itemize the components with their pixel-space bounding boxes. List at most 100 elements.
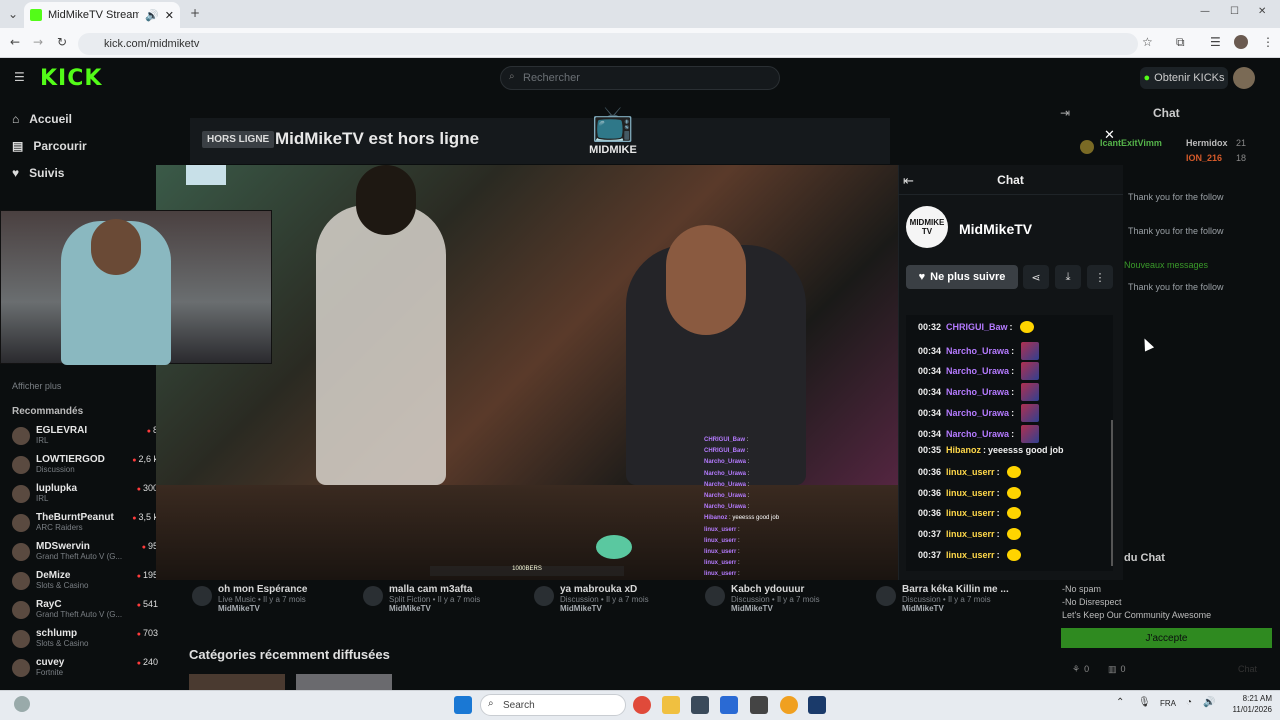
recommended-channel[interactable]: LOWTIERGODDiscussion 2,6 k xyxy=(12,454,160,482)
tab-audio-icon[interactable]: 🔊 xyxy=(145,9,159,22)
user-avatar[interactable] xyxy=(1233,67,1255,89)
chat-message[interactable]: 00:36 linux_userr: xyxy=(918,465,1021,478)
chat-message[interactable]: 00:32 CHRIGUI_Baw: xyxy=(918,321,1034,333)
taskbar-search[interactable]: Search xyxy=(480,694,626,716)
reload-icon[interactable]: ↻ xyxy=(57,35,67,49)
overlay-chat-line: Narcho_Urawa : xyxy=(704,459,750,466)
more-options-button[interactable]: ⋮ xyxy=(1087,265,1113,289)
language-indicator[interactable]: FRA xyxy=(1160,699,1176,708)
recommended-channel[interactable]: cuveyFortnite 240 xyxy=(12,657,160,685)
volume-icon[interactable]: 🔊 xyxy=(1203,697,1215,708)
forward-icon[interactable]: → xyxy=(33,35,43,49)
chat-scrollbar[interactable] xyxy=(1111,420,1113,566)
past-video-card[interactable]: malla cam m3afta Split Fiction • Il y a 7… xyxy=(363,584,531,624)
chat-messages[interactable]: 00:32 CHRIGUI_Baw: 00:34 Narcho_Urawa: 00:… xyxy=(906,315,1113,571)
nav-following[interactable]: ♥ Suivis xyxy=(12,166,64,180)
video-category: Discussion xyxy=(902,595,941,604)
overlay-chat-line: linux_userr : xyxy=(704,571,740,578)
show-more-link[interactable]: Afficher plus xyxy=(12,381,61,391)
nav-home[interactable]: ⌂ Accueil xyxy=(12,112,72,126)
clock[interactable]: 8:21 AM 11/01/2026 xyxy=(1222,693,1272,715)
chat-message[interactable]: 00:34 Narcho_Urawa: xyxy=(918,403,1040,422)
chat-message[interactable]: 00:34 Narcho_Urawa: xyxy=(918,341,1040,360)
recommended-channel[interactable]: schlumpSlots & Casino 703 xyxy=(12,628,160,656)
widgets-icon[interactable] xyxy=(14,696,30,712)
wifi-icon[interactable]: ◔ xyxy=(1186,697,1192,708)
steam-taskbar-icon[interactable] xyxy=(808,696,826,714)
bottom-points[interactable]: ⚘ 0 xyxy=(1072,664,1089,675)
category-thumb[interactable] xyxy=(296,674,392,690)
start-icon[interactable] xyxy=(454,696,472,714)
share-button[interactable]: ⋖ xyxy=(1023,265,1049,289)
reading-list-icon[interactable]: ☰ xyxy=(1210,35,1221,49)
nav-browse[interactable]: ▤ Parcourir xyxy=(12,139,87,153)
video-age: Il y a 7 mois xyxy=(437,595,481,604)
store-taskbar-icon[interactable] xyxy=(691,696,709,714)
past-video-card[interactable]: Kabch ydouuur Discussion • Il y a 7 mois M… xyxy=(705,584,873,624)
chrome-active-taskbar-icon[interactable] xyxy=(780,696,798,714)
tab-close-icon[interactable]: ✕ xyxy=(165,9,174,22)
unfollow-button[interactable]: ♥ Ne plus suivre xyxy=(906,265,1018,289)
category-thumb[interactable] xyxy=(189,674,285,690)
past-video-card[interactable]: ya mabrouka xD Discussion • Il y a 7 mois… xyxy=(534,584,702,624)
past-video-card[interactable]: oh mon Espérance Live Music • Il y a 7 mo… xyxy=(192,584,360,624)
new-messages-divider: Nouveaux messages xyxy=(1124,260,1209,270)
kick-logo[interactable]: KICK xyxy=(40,66,102,91)
back-icon[interactable]: ← xyxy=(10,35,20,49)
chat-message[interactable]: 00:37 linux_userr: xyxy=(918,528,1021,540)
chat-message[interactable]: 00:35 Hibanoz: yeeesss good job xyxy=(918,445,1064,455)
app-taskbar-icon[interactable] xyxy=(750,696,768,714)
explorer-taskbar-icon[interactable] xyxy=(662,696,680,714)
recommended-channel[interactable]: luplupkaIRL 300 xyxy=(12,483,160,511)
overlay-chat-line: CHRIGUI_Baw : xyxy=(704,437,749,443)
chat-message[interactable]: 00:34 Narcho_Urawa: xyxy=(918,383,1040,402)
bookmark-star-icon[interactable]: ☆ xyxy=(1142,35,1153,49)
maximize-button[interactable]: ☐ xyxy=(1230,6,1239,17)
home-icon: ⌂ xyxy=(12,112,20,126)
tray-chevron-icon[interactable]: ⌃ xyxy=(1116,697,1124,708)
new-tab-button[interactable]: + xyxy=(190,6,200,20)
browser-menu-icon[interactable]: ⋮ xyxy=(1262,35,1274,49)
chat-message[interactable]: 00:34 Narcho_Urawa: xyxy=(918,362,1040,381)
channel-name: TheBurntPeanut xyxy=(36,512,114,523)
hamburger-icon[interactable]: ☰ xyxy=(14,70,25,84)
right-chat-user-1: IcantExitVimm xyxy=(1100,138,1162,148)
channel-name: LOWTIERGOD xyxy=(36,454,105,465)
chat-message[interactable]: 00:36 linux_userr: xyxy=(918,486,1021,499)
rule-item: -No spam xyxy=(1062,584,1102,594)
chat-send-button[interactable]: Chat xyxy=(1238,664,1257,674)
bottom-gift[interactable]: ▥ 0 xyxy=(1108,664,1126,675)
download-button[interactable]: ⤓ xyxy=(1055,265,1081,289)
browser-tab[interactable]: MidMikeTV Stream - Watch 🔊 ✕ xyxy=(24,2,180,28)
recommended-channel[interactable]: RayCGrand Theft Auto V (G... 541 xyxy=(12,599,160,627)
close-window-button[interactable]: ✕ xyxy=(1258,6,1266,17)
search-input[interactable]: Rechercher xyxy=(500,66,780,90)
chat-message[interactable]: 00:37 linux_userr: xyxy=(918,548,1021,561)
channel-name: cuvey xyxy=(36,657,65,668)
overlay-chat-user: linux_userr xyxy=(704,571,737,578)
channel-avatar[interactable]: MIDMIKE TV xyxy=(906,206,948,248)
tab-menu-icon[interactable]: ⌄ xyxy=(8,7,18,21)
mail-taskbar-icon[interactable] xyxy=(720,696,738,714)
recommended-channel[interactable]: DeMizeSlots & Casino 195 xyxy=(12,570,160,598)
recommended-channel[interactable]: EGLEVRAIIRL8 xyxy=(12,425,160,453)
recommended-channel[interactable]: TheBurntPeanutARC Raiders 3,5 k xyxy=(12,512,160,540)
channel-name[interactable]: MidMikeTV xyxy=(959,221,1032,237)
viewer-count: 300 xyxy=(137,483,158,493)
chrome-taskbar-icon[interactable] xyxy=(633,696,651,714)
past-video-card[interactable]: Barra kéka Killin me ... Discussion • Il … xyxy=(876,584,1044,624)
url-field[interactable]: kick.com/midmiketv xyxy=(78,33,1138,55)
accept-rules-button[interactable]: J'accepte xyxy=(1061,628,1272,648)
extensions-icon[interactable]: ⧉ xyxy=(1176,35,1185,50)
mic-icon[interactable]: 🎙 xyxy=(1138,697,1151,708)
popout-collapse-icon[interactable]: ⇤ xyxy=(903,173,914,189)
channel-category: Grand Theft Auto V (G... xyxy=(36,552,123,561)
collapse-chat-icon[interactable]: ⇥ xyxy=(1060,106,1070,120)
emote-icon xyxy=(1021,362,1040,381)
get-kicks-button[interactable]: ● Obtenir KICKs xyxy=(1140,67,1228,89)
chat-message[interactable]: 00:34 Narcho_Urawa: xyxy=(918,424,1040,443)
minimize-button[interactable]: — xyxy=(1200,6,1210,17)
recommended-channel[interactable]: MDSwervinGrand Theft Auto V (G...95 xyxy=(12,541,160,569)
chat-message[interactable]: 00:36 linux_userr: xyxy=(918,507,1021,520)
profile-avatar-icon[interactable] xyxy=(1234,35,1248,49)
